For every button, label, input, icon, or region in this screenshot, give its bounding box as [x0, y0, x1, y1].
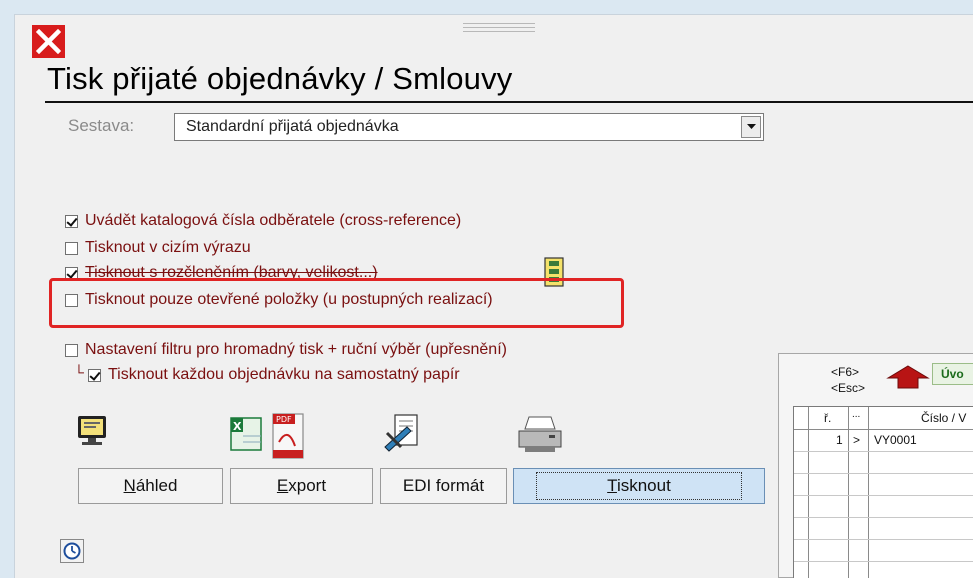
chevron-down-icon — [746, 124, 756, 129]
option-separate-paper[interactable]: Tisknout každou objednávku na samostatný… — [88, 366, 460, 384]
export-hotkey: E — [276, 476, 289, 495]
print-order-window: Tisk přijaté objednávky / Smlouvy Sestav… — [14, 14, 973, 578]
preview-label: áhled — [135, 476, 178, 495]
export-button[interactable]: Export — [230, 468, 373, 504]
option-label: Tisknout každou objednávku na samostatný… — [108, 366, 460, 383]
preview-monitor-icon — [76, 414, 108, 452]
option-cross-reference[interactable]: Uvádět katalogová čísla odběratele (cros… — [65, 212, 461, 230]
close-icon — [36, 29, 61, 54]
checkbox[interactable] — [88, 368, 101, 382]
excel-pdf-export-icon: X PDF — [229, 412, 311, 466]
order-list-panel: <F6> <Esc> Úvo ř. ... Číslo / V 1 > VY00… — [778, 353, 973, 578]
highlight-frame — [49, 278, 624, 328]
svg-text:PDF: PDF — [276, 415, 292, 424]
checkbox[interactable] — [65, 241, 78, 255]
checkbox[interactable] — [65, 343, 78, 357]
f6-key-label: <F6> — [831, 365, 860, 379]
edi-document-icon — [383, 413, 421, 457]
clock-icon[interactable] — [60, 539, 84, 567]
option-label: Tisknout v cizím výrazu — [85, 239, 251, 256]
window-grip[interactable] — [463, 20, 535, 34]
preview-button[interactable]: Náhled — [78, 468, 223, 504]
export-label: xport — [288, 476, 327, 495]
close-button[interactable] — [32, 25, 65, 58]
option-label: Nastavení filtru pro hromadný tisk + ruč… — [85, 341, 507, 358]
preview-hotkey: N — [123, 476, 136, 495]
print-hotkey: T — [607, 476, 617, 495]
svg-text:X: X — [233, 420, 242, 433]
column-header: ř. — [824, 411, 832, 425]
red-arrow-up-icon[interactable] — [886, 364, 930, 394]
page-title: Tisk přijaté objednávky / Smlouvy — [47, 61, 513, 96]
option-label: Uvádět katalogová čísla odběratele (cros… — [85, 212, 462, 229]
tree-connector: └ — [74, 364, 84, 380]
dropdown-button[interactable] — [741, 116, 761, 138]
edi-format-button[interactable]: EDI formát — [380, 468, 507, 504]
option-foreign-language[interactable]: Tisknout v cizím výrazu — [65, 239, 251, 257]
checkbox[interactable] — [65, 214, 78, 228]
edi-label: EDI formát — [402, 476, 485, 495]
row-number: 1 — [836, 433, 843, 447]
report-label: Sestava: — [68, 116, 135, 135]
printer-icon — [515, 415, 565, 459]
report-select[interactable]: Standardní přijatá objednávka — [174, 113, 764, 141]
order-number-cell[interactable]: VY0001 — [874, 433, 917, 447]
title-divider — [45, 101, 973, 103]
order-grid: ř. ... Číslo / V 1 > VY0001 — [793, 406, 973, 578]
print-label: isknout — [616, 476, 671, 495]
row-marker: > — [853, 433, 861, 447]
esc-key-label: <Esc> — [831, 381, 866, 395]
column-header: ... — [852, 409, 861, 420]
report-select-value: Standardní přijatá objednávka — [186, 118, 399, 135]
hotkeys: <F6> <Esc> — [831, 364, 865, 396]
print-button[interactable]: Tisknout — [513, 468, 765, 504]
option-batch-filter[interactable]: Nastavení filtru pro hromadný tisk + ruč… — [65, 341, 507, 359]
column-header: Číslo / V — [921, 411, 967, 425]
tab-overview[interactable]: Úvo — [932, 363, 973, 385]
